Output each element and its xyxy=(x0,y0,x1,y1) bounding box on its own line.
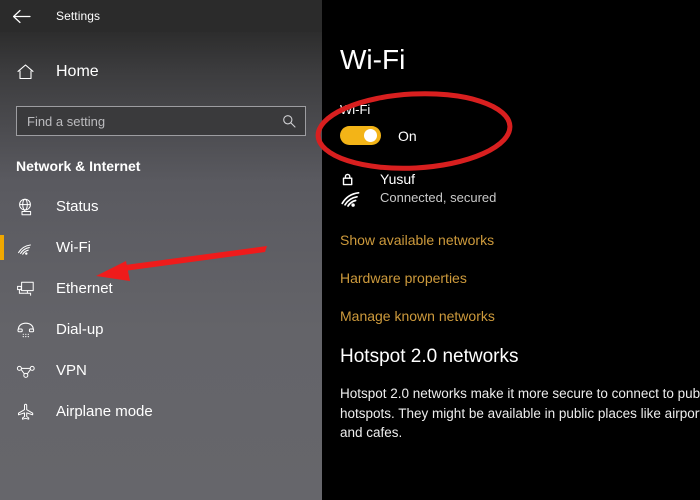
wifi-links: Show available networks Hardware propert… xyxy=(340,232,700,324)
search-box[interactable] xyxy=(16,106,306,136)
hotspot-section-body: Hotspot 2.0 networks make it more secure… xyxy=(340,386,700,441)
link-manage-known-networks[interactable]: Manage known networks xyxy=(340,308,700,324)
sidebar-item-label: VPN xyxy=(56,362,87,379)
wifi-secured-icon xyxy=(340,171,374,214)
home-icon xyxy=(16,63,42,81)
sidebar-item-label: Dial-up xyxy=(56,321,104,338)
sidebar-item-label: Ethernet xyxy=(56,280,113,297)
sidebar-home-label: Home xyxy=(56,63,99,80)
settings-window: Settings Home Network & Internet xyxy=(0,0,700,500)
link-show-available-networks[interactable]: Show available networks xyxy=(340,232,700,248)
sidebar-item-ethernet[interactable]: Ethernet xyxy=(0,268,322,309)
search-icon[interactable] xyxy=(282,114,296,128)
page-title: Wi-Fi xyxy=(340,44,406,75)
back-arrow-icon xyxy=(12,9,31,24)
sidebar-section-heading: Network & Internet xyxy=(16,158,141,174)
wifi-icon xyxy=(16,239,42,257)
selection-accent-bar xyxy=(0,235,4,260)
link-hardware-properties[interactable]: Hardware properties xyxy=(340,270,700,286)
sidebar-item-airplane-mode[interactable]: Airplane mode xyxy=(0,391,322,432)
sidebar: Home Network & Internet xyxy=(0,32,322,500)
back-button[interactable] xyxy=(0,0,42,32)
sidebar-item-vpn[interactable]: VPN xyxy=(0,350,322,391)
wifi-toggle-label: Wi-Fi xyxy=(340,102,371,117)
dialup-phone-icon xyxy=(16,320,42,339)
network-name: Yusuf xyxy=(380,171,416,187)
toggle-knob xyxy=(364,129,377,142)
sidebar-item-wifi[interactable]: Wi-Fi xyxy=(0,227,322,268)
sidebar-item-dialup[interactable]: Dial-up xyxy=(0,309,322,350)
sidebar-item-status[interactable]: Status xyxy=(0,186,322,227)
vpn-icon xyxy=(16,362,42,380)
sidebar-item-label: Wi-Fi xyxy=(56,239,91,256)
ethernet-icon xyxy=(16,279,42,298)
hotspot-section-title: Hotspot 2.0 networks xyxy=(340,346,519,367)
connected-network-row[interactable]: Yusuf Connected, secured xyxy=(340,171,700,214)
title-bar: Settings xyxy=(0,0,322,32)
window-title: Settings xyxy=(56,9,101,23)
content-panel: Wi-Fi Wi-Fi On Yusuf Connected, secured … xyxy=(322,0,700,500)
sidebar-item-label: Status xyxy=(56,198,99,215)
airplane-icon xyxy=(16,402,42,421)
wifi-toggle-group: Wi-Fi On xyxy=(340,102,700,145)
wifi-toggle-switch[interactable] xyxy=(340,126,381,145)
sidebar-nav-list: Status Wi-Fi Ethernet Dial-up VPN Airpla… xyxy=(0,186,322,432)
sidebar-item-home[interactable]: Home xyxy=(0,52,322,92)
status-globe-icon xyxy=(16,197,42,217)
sidebar-item-label: Airplane mode xyxy=(56,403,153,420)
search-input[interactable] xyxy=(17,107,305,135)
network-status: Connected, secured xyxy=(380,189,497,205)
wifi-toggle-state: On xyxy=(398,127,417,144)
